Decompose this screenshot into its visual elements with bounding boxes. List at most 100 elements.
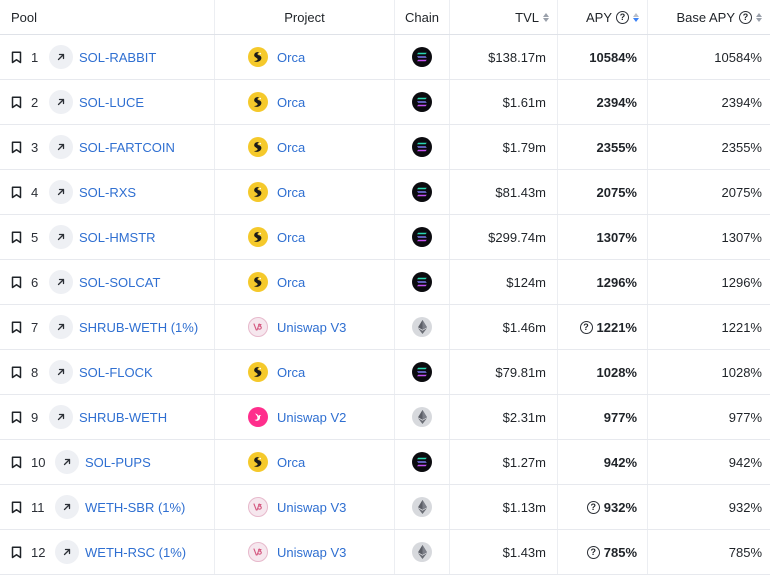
tvl-value: $1.27m xyxy=(502,454,546,470)
apy-value-wrap: ?10584% xyxy=(589,50,637,65)
chain-cell xyxy=(395,530,450,574)
tvl-value: $81.43m xyxy=(495,184,546,200)
base-apy-cell: 10584% xyxy=(648,35,770,79)
pool-link[interactable]: WETH-RSC (1%) xyxy=(85,545,186,560)
bookmark-icon[interactable] xyxy=(11,410,22,424)
project-link[interactable]: Uniswap V3 xyxy=(277,500,346,515)
bookmark-icon[interactable] xyxy=(11,230,22,244)
project-link[interactable]: Uniswap V2 xyxy=(277,410,346,425)
apy-value-wrap: ?1307% xyxy=(597,230,637,245)
solana-chain-icon[interactable] xyxy=(412,272,432,292)
solana-chain-icon[interactable] xyxy=(412,47,432,67)
solana-chain-icon[interactable] xyxy=(412,182,432,202)
bookmark-icon[interactable] xyxy=(11,455,22,469)
project-link[interactable]: Orca xyxy=(277,95,305,110)
ethereum-chain-icon[interactable] xyxy=(412,497,432,517)
solana-chain-icon[interactable] xyxy=(412,92,432,112)
solana-chain-icon[interactable] xyxy=(412,137,432,157)
apy-value: 2075% xyxy=(596,184,637,200)
base-apy-cell: 785% xyxy=(648,530,770,574)
bookmark-icon[interactable] xyxy=(11,95,22,109)
help-icon[interactable]: ? xyxy=(579,320,593,334)
pool-link[interactable]: SOL-LUCE xyxy=(79,95,144,110)
bookmark-icon[interactable] xyxy=(11,320,22,334)
external-link-icon[interactable] xyxy=(55,540,79,564)
help-icon[interactable]: ? xyxy=(739,10,752,24)
external-link-icon[interactable] xyxy=(49,135,73,159)
column-header-tvl[interactable]: TVL xyxy=(450,0,558,34)
external-link-icon[interactable] xyxy=(55,495,79,519)
external-link-icon[interactable] xyxy=(49,315,73,339)
project-link[interactable]: Orca xyxy=(277,140,305,155)
pool-link[interactable]: SHRUB-WETH (1%) xyxy=(79,320,198,335)
uniswap-v3-logo-icon xyxy=(248,317,268,337)
bookmark-icon[interactable] xyxy=(11,545,22,559)
ethereum-chain-icon[interactable] xyxy=(412,317,432,337)
sort-icon[interactable] xyxy=(543,12,549,22)
external-link-icon[interactable] xyxy=(49,45,73,69)
base-apy-cell: 2075% xyxy=(648,170,770,214)
project-link[interactable]: Orca xyxy=(277,455,305,470)
bookmark-icon[interactable] xyxy=(11,50,22,64)
bookmark-icon[interactable] xyxy=(11,365,22,379)
pool-link[interactable]: SOL-FARTCOIN xyxy=(79,140,175,155)
project-cell: Orca xyxy=(215,440,395,484)
solana-chain-icon[interactable] xyxy=(412,362,432,382)
external-link-icon[interactable] xyxy=(49,270,73,294)
column-header-tvl-label[interactable]: TVL xyxy=(515,10,539,25)
pool-link[interactable]: WETH-SBR (1%) xyxy=(85,500,185,515)
column-header-base-apy-label[interactable]: Base APY xyxy=(676,10,735,25)
pool-link[interactable]: SOL-HMSTR xyxy=(79,230,156,245)
project-link[interactable]: Orca xyxy=(277,185,305,200)
apy-cell: ? 785% xyxy=(558,530,648,574)
pool-link[interactable]: SOL-SOLCAT xyxy=(79,275,160,290)
apy-value: 942% xyxy=(603,454,637,470)
rank-number: 7 xyxy=(31,319,39,335)
project-link[interactable]: Uniswap V3 xyxy=(277,320,346,335)
apy-cell: ?1307% xyxy=(558,215,648,259)
project-cell: Orca xyxy=(215,170,395,214)
pool-link[interactable]: SHRUB-WETH xyxy=(79,410,167,425)
project-link[interactable]: Uniswap V3 xyxy=(277,545,346,560)
project-link[interactable]: Orca xyxy=(277,275,305,290)
bookmark-icon[interactable] xyxy=(11,500,22,514)
external-link-icon[interactable] xyxy=(49,180,73,204)
help-icon[interactable]: ? xyxy=(586,545,600,559)
apy-value-wrap: ?2075% xyxy=(597,185,637,200)
bookmark-icon[interactable] xyxy=(11,275,22,289)
column-header-base-apy[interactable]: Base APY ? xyxy=(648,0,770,34)
external-link-icon[interactable] xyxy=(49,90,73,114)
ethereum-chain-icon[interactable] xyxy=(412,407,432,427)
external-link-icon[interactable] xyxy=(49,225,73,249)
help-icon[interactable]: ? xyxy=(616,10,629,24)
sort-icon[interactable] xyxy=(756,12,762,22)
external-link-icon[interactable] xyxy=(49,405,73,429)
external-link-icon[interactable] xyxy=(49,360,73,384)
orca-logo-icon xyxy=(248,362,268,382)
tvl-value: $299.74m xyxy=(488,229,546,245)
column-header-apy-label[interactable]: APY xyxy=(586,10,612,25)
bookmark-icon[interactable] xyxy=(11,185,22,199)
sort-icon[interactable] xyxy=(633,12,639,22)
uniswap-v2-logo-icon xyxy=(248,407,268,427)
pool-link[interactable]: SOL-RXS xyxy=(79,185,136,200)
project-link[interactable]: Orca xyxy=(277,365,305,380)
column-header-apy[interactable]: APY ? xyxy=(558,0,648,34)
solana-chain-icon[interactable] xyxy=(412,227,432,247)
pool-link[interactable]: SOL-PUPS xyxy=(85,455,151,470)
solana-chain-icon[interactable] xyxy=(412,452,432,472)
chain-cell xyxy=(395,215,450,259)
external-link-icon[interactable] xyxy=(55,450,79,474)
table-row: 8 SOL-FLOCK Orca $79.81m ?1028% 1028% xyxy=(0,350,770,395)
project-link[interactable]: Orca xyxy=(277,50,305,65)
pool-cell: 2 SOL-LUCE xyxy=(0,80,215,124)
pool-link[interactable]: SOL-FLOCK xyxy=(79,365,153,380)
pool-link[interactable]: SOL-RABBIT xyxy=(79,50,156,65)
help-icon[interactable]: ? xyxy=(586,500,600,514)
tvl-cell: $124m xyxy=(450,260,558,304)
project-link[interactable]: Orca xyxy=(277,230,305,245)
ethereum-chain-icon[interactable] xyxy=(412,542,432,562)
base-apy-value: 2075% xyxy=(721,184,762,200)
bookmark-icon[interactable] xyxy=(11,140,22,154)
apy-value: 1028% xyxy=(596,364,637,380)
